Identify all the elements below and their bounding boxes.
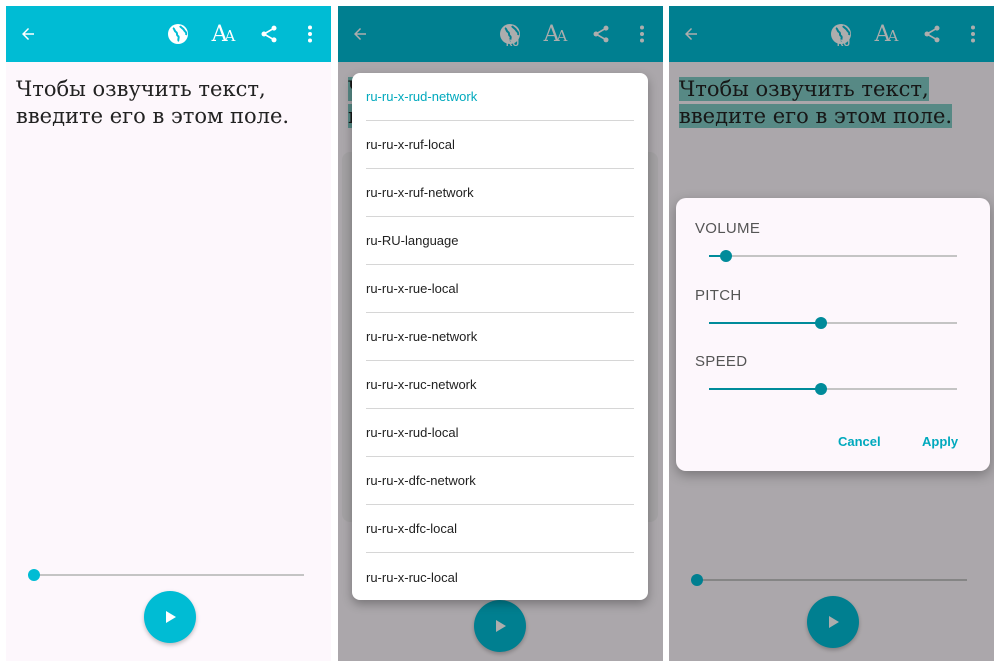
speed-fill bbox=[709, 388, 821, 390]
play-button[interactable] bbox=[144, 591, 196, 643]
voice-list-item[interactable]: ru-ru-x-ruc-network bbox=[366, 361, 634, 409]
volume-label: VOLUME bbox=[695, 220, 761, 237]
voice-settings-dialog: VOLUME PITCH SPEED Cancel Apply bbox=[676, 198, 990, 471]
voice-list-item[interactable]: ru-ru-x-rud-network bbox=[366, 73, 634, 121]
back-button[interactable] bbox=[14, 20, 42, 48]
arrow-back-icon bbox=[22, 28, 34, 40]
screen-voice-select: RU AA Чтобы озвучить текст, введите его … bbox=[338, 6, 663, 661]
screen-voice-settings: RU AA Чтобы озвучить текст, введите его … bbox=[669, 6, 994, 661]
volume-thumb[interactable] bbox=[720, 250, 733, 262]
voice-list-item[interactable]: ru-RU-language bbox=[366, 217, 634, 265]
share-button[interactable] bbox=[255, 20, 283, 48]
voice-list-item[interactable]: ru-ru-x-dfc-local bbox=[366, 505, 634, 553]
globe-icon bbox=[168, 24, 188, 44]
more-button[interactable] bbox=[302, 20, 318, 48]
pitch-fill bbox=[709, 322, 821, 324]
font-size-button[interactable]: AA bbox=[208, 20, 236, 48]
screen-editor: AA Чтобы озвучить текст, введите его в э… bbox=[6, 6, 331, 661]
text-line-1: Чтобы озвучить текст, bbox=[16, 77, 266, 101]
voice-list-item[interactable]: ru-ru-x-rue-local bbox=[366, 265, 634, 313]
voice-dropdown-list: ru-ru-x-rud-network ru-ru-x-ruf-local ru-r… bbox=[352, 73, 648, 600]
voice-list-item[interactable]: ru-ru-x-rud-local bbox=[366, 409, 634, 457]
app-bar: AA bbox=[6, 6, 331, 62]
speed-label: SPEED bbox=[695, 353, 748, 370]
volume-slider[interactable] bbox=[709, 250, 957, 262]
text-line-2: введите его в этом поле. bbox=[16, 104, 290, 128]
more-vert-icon bbox=[308, 25, 312, 43]
language-button[interactable] bbox=[164, 20, 192, 48]
progress-thumb[interactable] bbox=[28, 569, 40, 581]
text-input-area[interactable]: Чтобы озвучить текст, введите его в этом… bbox=[16, 76, 321, 130]
playback-progress-slider[interactable] bbox=[28, 569, 304, 581]
voice-list-item[interactable]: ru-ru-x-dfc-network bbox=[366, 457, 634, 505]
play-icon bbox=[166, 611, 176, 623]
voice-list-item[interactable]: ru-ru-x-ruf-network bbox=[366, 169, 634, 217]
font-size-icon: AA bbox=[211, 21, 236, 47]
pitch-slider[interactable] bbox=[709, 317, 957, 329]
share-icon bbox=[261, 25, 277, 43]
voice-list-item[interactable]: ru-ru-x-rue-network bbox=[366, 313, 634, 361]
pitch-thumb[interactable] bbox=[814, 317, 827, 329]
pitch-label: PITCH bbox=[695, 287, 742, 304]
apply-button[interactable]: Apply bbox=[922, 434, 958, 449]
voice-list-item[interactable]: ru-ru-x-ruf-local bbox=[366, 121, 634, 169]
speed-thumb[interactable] bbox=[814, 383, 827, 395]
voice-list-item[interactable]: ru-ru-x-ruc-local bbox=[366, 553, 634, 601]
cancel-button[interactable]: Cancel bbox=[838, 434, 881, 449]
speed-slider[interactable] bbox=[709, 383, 957, 395]
